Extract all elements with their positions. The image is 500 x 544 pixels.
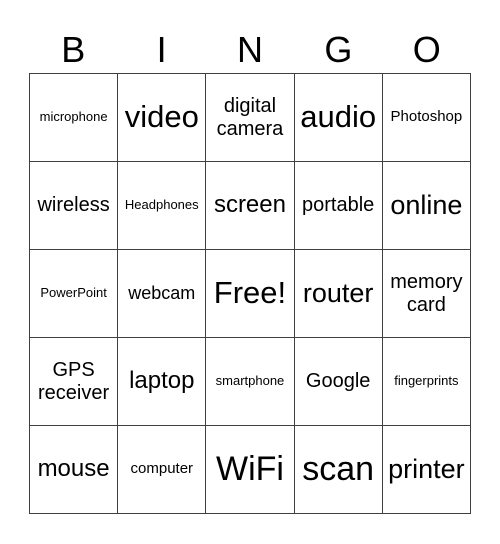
bingo-cell[interactable]: Photoshop	[381, 73, 472, 162]
bingo-cell[interactable]: printer	[381, 425, 472, 514]
bingo-cell[interactable]: Google	[293, 337, 383, 426]
bingo-cell[interactable]: video	[117, 73, 207, 162]
bingo-header: B I N G O	[29, 28, 471, 72]
bingo-cell[interactable]: smartphone	[205, 337, 295, 426]
bingo-cell[interactable]: webcam	[117, 249, 207, 338]
bingo-cell[interactable]: GPS receiver	[28, 337, 119, 426]
grid-row: microphone video digital camera audio Ph…	[28, 73, 472, 162]
bingo-cell[interactable]: screen	[205, 161, 295, 250]
bingo-cell[interactable]: WiFi	[205, 425, 295, 514]
grid-row: PowerPoint webcam Free! router memory ca…	[28, 249, 472, 338]
bingo-cell[interactable]: Headphones	[117, 161, 207, 250]
bingo-cell[interactable]: fingerprints	[381, 337, 472, 426]
bingo-cell[interactable]: router	[293, 249, 383, 338]
grid-row: wireless Headphones screen portable onli…	[28, 161, 472, 250]
bingo-cell[interactable]: wireless	[28, 161, 119, 250]
bingo-cell[interactable]: portable	[293, 161, 383, 250]
free-space-cell[interactable]: Free!	[205, 249, 295, 338]
bingo-cell[interactable]: memory card	[381, 249, 472, 338]
bingo-cell[interactable]: scan	[293, 425, 383, 514]
bingo-cell[interactable]: online	[381, 161, 472, 250]
bingo-cell[interactable]: computer	[117, 425, 207, 514]
bingo-cell[interactable]: PowerPoint	[28, 249, 119, 338]
header-letter-i: I	[156, 29, 167, 70]
bingo-cell[interactable]: laptop	[117, 337, 207, 426]
grid-row: mouse computer WiFi scan printer	[28, 425, 472, 514]
bingo-cell[interactable]: audio	[293, 73, 383, 162]
bingo-cell[interactable]: microphone	[28, 73, 119, 162]
grid-row: GPS receiver laptop smartphone Google fi…	[28, 337, 472, 426]
bingo-cell[interactable]: mouse	[28, 425, 119, 514]
bingo-cell[interactable]: digital camera	[205, 73, 295, 162]
header-letter-b: B	[61, 29, 86, 70]
header-letter-g: G	[324, 29, 353, 70]
header-letter-n: N	[236, 29, 263, 70]
header-letter-o: O	[412, 29, 441, 70]
bingo-grid: microphone video digital camera audio Ph…	[28, 73, 472, 514]
